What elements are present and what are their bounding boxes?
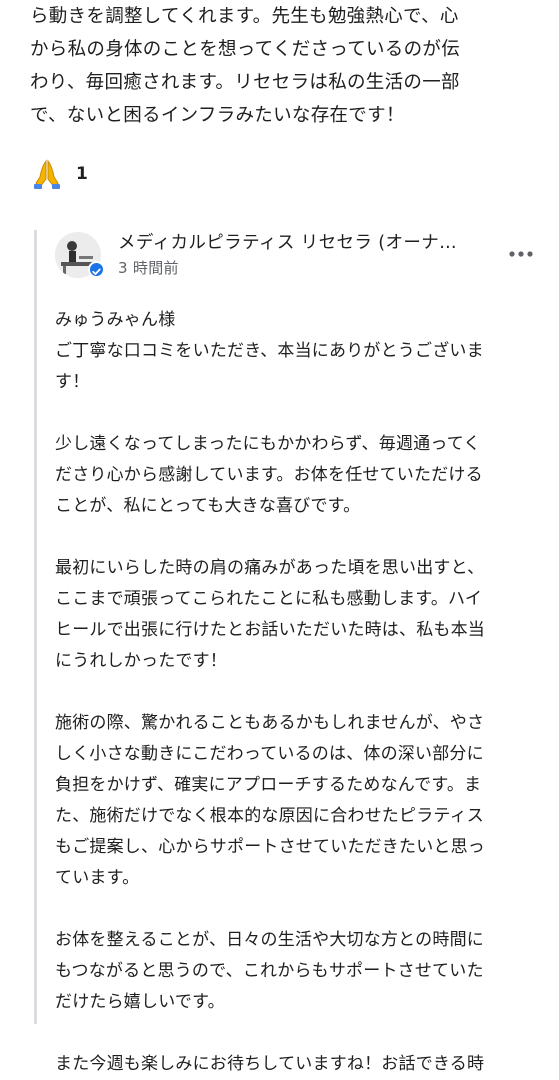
reply-line — [55, 1018, 535, 1049]
reply-thread-line — [34, 230, 37, 1024]
reply-line: だけたら嬉しいです。 — [55, 992, 225, 1012]
reply-line: しく小さな動きにこだわっているのは、体の深い部分に — [55, 744, 484, 764]
reply-line: 最初にいらした時の肩の痛みがあった頃を思い出すと、 — [55, 558, 485, 578]
reply-line: また今週も楽しみにお待ちしていますね！お話できる時 — [55, 1054, 485, 1074]
reply-line: す！ — [55, 372, 90, 392]
review-line: わり、毎回癒されます。リセセラは私の生活の一部 — [30, 72, 460, 93]
reply-line: ことが、私にとっても大きな喜びです。 — [55, 496, 361, 516]
more-options-button[interactable] — [507, 240, 535, 268]
reply-line: ています。 — [55, 868, 140, 888]
review-text: ら動きを調整してくれます。先生も勉強熱心で、心 から私の身体のことを想ってくださ… — [30, 0, 535, 132]
reply-line: もつながると思うので、これからもサポートさせていた — [55, 961, 484, 981]
owner-reply-header: メディカルピラティス リセセラ (オーナ… 3 時間前 — [55, 228, 535, 284]
reply-line: ここまで頑張ってこられたことに私も感動します。ハイ — [55, 589, 483, 609]
reaction-button[interactable]: 1 — [30, 156, 88, 192]
reply-line — [55, 894, 535, 925]
review-line: ら動きを調整してくれます。先生も勉強熱心で、心 — [30, 6, 459, 27]
reply-line: にうれしかったです！ — [55, 651, 227, 671]
reply-line — [55, 522, 535, 553]
verified-check-icon — [88, 261, 105, 278]
reply-line — [55, 677, 535, 708]
reply-line: 少し遠くなってしまったにもかかわらず、毎週通ってく — [55, 434, 481, 454]
reply-line: た、施術だけでなく根本的な原因に合わせたピラティス — [55, 806, 484, 826]
reply-line: もご提案し、心からサポートさせていただきたいと思っ — [55, 837, 485, 857]
reply-line: 負担をかけず、確実にアプローチするためなんです。ま — [55, 775, 482, 795]
reply-line: みゅうみゃん様 — [55, 310, 176, 330]
review-line: で、ないと困るインフラみたいな存在です！ — [30, 105, 405, 126]
folded-hands-icon — [30, 157, 64, 191]
reply-line — [55, 398, 535, 429]
reply-line: ヒールで出張に行けたとお話いただいた時は、私も本当 — [55, 620, 485, 640]
more-dots-icon — [509, 251, 533, 257]
review-line: から私の身体のことを想ってくださっているのが伝 — [30, 39, 460, 60]
owner-reply-text: みゅうみゃん様 ご丁寧な口コミをいただき、本当にありがとうございま す！ 少し遠… — [55, 305, 535, 1080]
reply-line: ご丁寧な口コミをいただき、本当にありがとうございま — [55, 341, 484, 361]
reply-line: お体を整えることが、日々の生活や大切な方との時間に — [55, 930, 484, 950]
owner-name[interactable]: メディカルピラティス リセセラ (オーナ… — [118, 230, 488, 256]
reply-timestamp: 3 時間前 — [118, 259, 179, 277]
reply-line: ださり心から感謝しています。お体を任せていただける — [55, 465, 483, 485]
reaction-count: 1 — [76, 164, 88, 184]
reply-line: 施術の際、驚かれることもあるかもしれませんが、やさ — [55, 713, 485, 733]
